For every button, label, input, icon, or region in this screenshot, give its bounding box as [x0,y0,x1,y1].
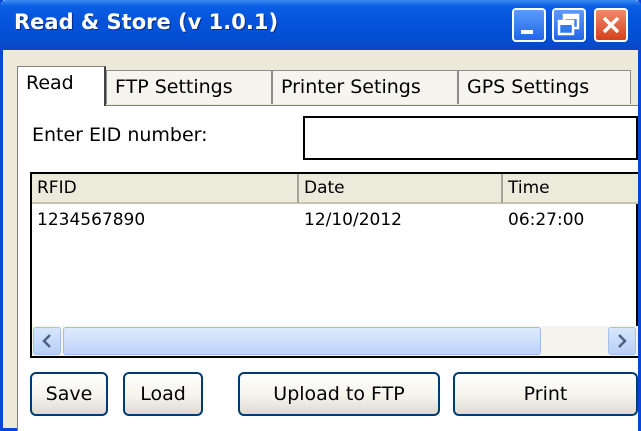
restore-button[interactable] [552,8,586,42]
minimize-button[interactable] [512,8,546,42]
scroll-left-button[interactable] [33,327,61,355]
title-bar[interactable]: Read & Store (v 1.0.1) [0,0,641,50]
upload-ftp-button[interactable]: Upload to FTP [238,372,440,416]
cell-date: 12/10/2012 [304,210,402,230]
records-list[interactable]: RFID Date Time 1234567890 12/10/2012 06:… [30,172,638,358]
save-button[interactable]: Save [30,372,108,416]
cell-rfid: 1234567890 [37,210,146,230]
column-header-rfid[interactable]: RFID [32,174,299,204]
chevron-left-icon [42,334,51,348]
window-title: Read & Store (v 1.0.1) [14,10,279,34]
print-button[interactable]: Print [453,372,638,416]
tab-printer-settings[interactable]: Printer Setings [272,70,458,104]
tab-ftp-settings[interactable]: FTP Settings [106,70,272,104]
column-header-time[interactable]: Time [503,174,638,204]
eid-label: Enter EID number: [32,124,208,146]
restore-icon [557,13,580,36]
close-button[interactable] [594,8,628,42]
tab-gps-settings[interactable]: GPS Settings [458,70,631,104]
column-header-date[interactable]: Date [299,174,503,204]
scroll-right-button[interactable] [608,327,636,355]
close-icon [602,16,620,34]
tab-read[interactable]: Read [17,66,106,106]
list-header: RFID Date Time [32,174,638,204]
load-button[interactable]: Load [123,372,203,416]
horizontal-scrollbar[interactable] [32,326,638,356]
eid-input[interactable] [303,116,638,160]
cell-time: 06:27:00 [508,210,585,230]
tab-strip: Read FTP Settings Printer Setings GPS Se… [17,66,641,106]
minimize-icon [521,30,533,34]
scrollbar-thumb[interactable] [63,327,541,355]
chevron-right-icon [618,334,627,348]
